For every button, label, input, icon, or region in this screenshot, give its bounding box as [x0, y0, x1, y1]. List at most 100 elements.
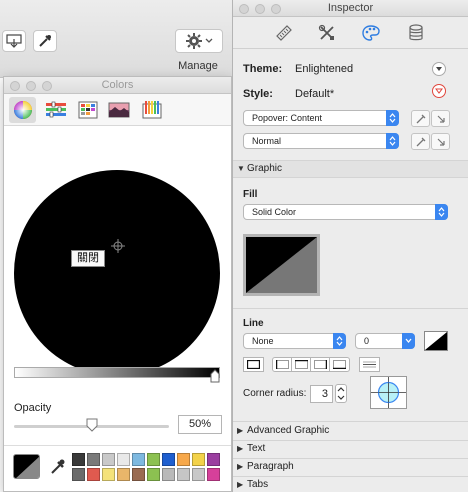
export-button[interactable] — [2, 30, 26, 52]
stepper-arrows-icon — [337, 387, 345, 400]
border-left-button[interactable] — [272, 357, 292, 372]
color-swatch[interactable] — [147, 453, 160, 466]
color-swatch[interactable] — [192, 468, 205, 481]
color-swatch[interactable] — [132, 468, 145, 481]
opacity-label: Opacity — [14, 402, 52, 414]
eyedropper-icon — [416, 137, 425, 146]
line-color-well[interactable] — [424, 331, 448, 351]
link-popover-button[interactable] — [431, 110, 450, 127]
advanced-graphic-section-header[interactable]: ▶ Advanced Graphic — [233, 423, 468, 439]
color-swatch[interactable] — [87, 468, 100, 481]
text-section-header[interactable]: ▶ Text — [233, 441, 468, 457]
divider — [233, 308, 468, 309]
color-swatch[interactable] — [192, 453, 205, 466]
eyedropper-icon — [39, 35, 51, 47]
pencils-tab[interactable] — [138, 97, 165, 123]
color-palettes-icon — [78, 101, 97, 119]
background-toolbar: Manage — [0, 0, 236, 78]
color-swatch[interactable] — [72, 468, 85, 481]
border-all-button[interactable] — [243, 357, 264, 372]
color-swatch[interactable] — [207, 453, 220, 466]
color-swatch[interactable] — [72, 453, 85, 466]
color-swatch[interactable] — [132, 453, 145, 466]
opacity-slider-knob[interactable] — [86, 418, 98, 432]
border-all-icon — [247, 360, 260, 369]
manage-label: Manage — [178, 60, 218, 72]
colors-title: Colors — [101, 79, 134, 91]
fill-type-select[interactable]: Solid Color — [243, 204, 448, 220]
color-sliders-tab[interactable] — [42, 97, 69, 123]
inspector-titlebar[interactable]: Inspector — [233, 0, 468, 17]
style-menu-button[interactable] — [432, 84, 446, 98]
border-bottom-button[interactable] — [329, 357, 350, 372]
border-right-button[interactable] — [310, 357, 330, 372]
state-select[interactable]: Normal — [243, 133, 399, 149]
border-top-button[interactable] — [291, 357, 311, 372]
color-swatch[interactable] — [117, 468, 130, 481]
theme-menu-button[interactable] — [432, 62, 446, 76]
border-mid-button[interactable] — [359, 357, 380, 372]
database-icon — [409, 24, 423, 41]
chevron-down-icon — [435, 88, 443, 94]
tab-properties[interactable] — [317, 23, 337, 43]
line-style-value: None — [252, 336, 274, 346]
paragraph-section-header[interactable]: ▶ Paragraph — [233, 459, 468, 475]
pick-state-button[interactable] — [411, 133, 430, 150]
eyedropper-icon[interactable] — [50, 457, 66, 475]
color-swatch[interactable] — [147, 468, 160, 481]
line-style-select[interactable]: None — [243, 333, 346, 349]
tab-style[interactable] — [361, 23, 381, 43]
inspector-panel: Inspector Theme: Enlightened Style: Defa… — [232, 0, 468, 492]
image-palettes-tab[interactable] — [105, 97, 132, 123]
border-left-icon — [275, 360, 289, 369]
popover-select-value: Popover: Content — [252, 113, 323, 123]
color-swatch[interactable] — [162, 468, 175, 481]
graphic-section-title: Graphic — [247, 163, 283, 174]
theme-value: Enlightened — [295, 63, 354, 75]
image-palettes-icon — [108, 102, 129, 118]
brightness-slider-knob[interactable] — [210, 369, 220, 383]
fill-color-well[interactable] — [243, 234, 320, 296]
arrow-icon — [437, 115, 445, 123]
line-width-select[interactable]: 0 — [355, 333, 415, 349]
corner-radius-field[interactable]: 3 — [310, 385, 333, 403]
opacity-field[interactable]: 50% — [178, 415, 222, 434]
corner-radius-stepper[interactable] — [335, 384, 347, 403]
disclosure-closed-icon: ▶ — [237, 462, 244, 471]
tabs-section-header[interactable]: ▶ Tabs — [233, 477, 468, 492]
manage-button[interactable] — [175, 29, 223, 53]
color-swatch[interactable] — [87, 453, 100, 466]
corner-radius-preview[interactable] — [370, 376, 407, 409]
color-mode-bar — [4, 94, 231, 126]
popover-select[interactable]: Popover: Content — [243, 110, 399, 126]
color-swatch[interactable] — [177, 453, 190, 466]
color-swatch[interactable] — [162, 453, 175, 466]
colors-titlebar[interactable]: Colors — [4, 77, 231, 94]
current-color-swatch[interactable] — [13, 454, 40, 479]
color-swatch[interactable] — [102, 453, 115, 466]
color-swatch[interactable] — [177, 468, 190, 481]
inspector-title: Inspector — [327, 2, 374, 14]
eyedropper-button[interactable] — [33, 30, 57, 52]
disclosure-open-icon: ▼ — [237, 164, 245, 173]
graphic-section-header[interactable]: ▼ Graphic — [233, 161, 468, 177]
color-palettes-tab[interactable] — [74, 97, 101, 123]
gear-icon — [186, 33, 213, 49]
link-state-button[interactable] — [431, 133, 450, 150]
colors-panel: Colors 關閉 Opacity 50% — [3, 76, 232, 492]
divider — [4, 445, 231, 446]
corner-radius-label: Corner radius: — [243, 388, 307, 399]
palette-icon — [362, 25, 380, 41]
tab-data[interactable] — [406, 23, 426, 43]
color-swatch[interactable] — [102, 468, 115, 481]
style-value: Default* — [295, 88, 335, 100]
pick-popover-button[interactable] — [411, 110, 430, 127]
color-swatch[interactable] — [207, 468, 220, 481]
brightness-slider[interactable] — [14, 367, 220, 378]
color-wheel-tab[interactable] — [9, 97, 36, 123]
color-swatch[interactable] — [117, 453, 130, 466]
disclosure-closed-icon: ▶ — [237, 444, 244, 453]
tab-geometry[interactable] — [274, 23, 294, 43]
inspector-tab-bar — [233, 17, 468, 49]
color-wheel[interactable] — [14, 170, 220, 376]
